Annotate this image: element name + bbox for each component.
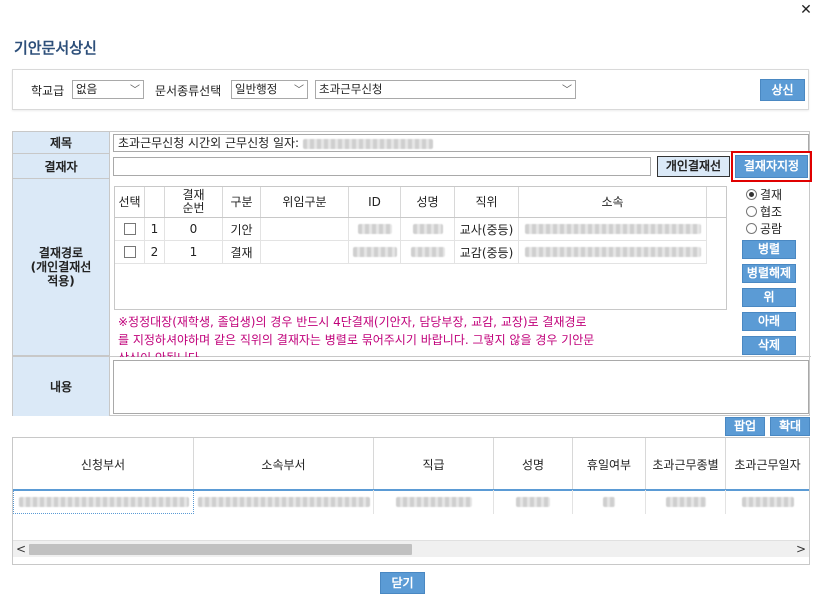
- row-delegation: [261, 218, 349, 241]
- col-header-delegation: 위임구분: [261, 187, 349, 217]
- submit-button[interactable]: 상신: [760, 79, 805, 101]
- grid-header-affiliated-dept: 소속부서: [194, 438, 374, 490]
- scroll-right-icon[interactable]: >: [795, 542, 807, 556]
- approver-label: 결재자: [13, 154, 110, 179]
- grid-header-overtime-date: 초과근무일자: [734, 457, 801, 472]
- assign-approver-button[interactable]: 결재자지정: [735, 155, 808, 178]
- row-checkbox[interactable]: [115, 241, 145, 264]
- col-header-blank: [145, 187, 165, 217]
- grid-cell: [573, 490, 646, 514]
- chevron-down-icon: ﹀: [294, 85, 304, 96]
- school-level-select[interactable]: 없음 ﹀: [72, 80, 144, 99]
- filter-bar: 학교급 없음 ﹀ 문서종류선택 일반행정 ﹀ 초과근무신청 ﹀ 상신: [12, 69, 809, 110]
- grid-header-holiday: 휴일여부: [573, 438, 646, 490]
- row-type: 결재: [223, 241, 261, 264]
- radio-circulation[interactable]: 공람: [746, 220, 782, 237]
- row-position: 교감(중등): [455, 241, 519, 264]
- col-header-id: ID: [349, 187, 401, 217]
- approver-input[interactable]: [113, 157, 651, 176]
- move-up-button[interactable]: 위: [742, 288, 796, 307]
- grid-cell: [646, 490, 726, 514]
- grid-cell: [726, 490, 809, 514]
- row-affiliation: [519, 241, 707, 264]
- row-checkbox[interactable]: [115, 218, 145, 241]
- row-type: 기안: [223, 218, 261, 241]
- dialog-title: 기안문서상신: [14, 39, 97, 57]
- row-name: [401, 218, 455, 241]
- personal-line-button[interactable]: 개인결재선: [657, 156, 730, 177]
- row-id: [349, 241, 401, 264]
- overtime-grid: 신청부서 소속부서 직급 성명 휴일여부 초과근무종별 초과근무일자 < >: [12, 437, 810, 565]
- doc-type-label: 문서종류선택: [155, 84, 222, 98]
- grid-cell: [494, 490, 573, 514]
- col-header-type: 구분: [223, 187, 261, 217]
- grid-header-applicant-dept: 신청부서: [13, 438, 194, 490]
- grid-cell: [374, 490, 494, 514]
- subject-input[interactable]: 초과근무신청 시간외 근무신청 일자:: [113, 134, 809, 152]
- chevron-down-icon: ﹀: [130, 85, 140, 96]
- row-order: 1: [165, 241, 223, 264]
- content-input[interactable]: [113, 360, 809, 414]
- grid-header-name: 성명: [494, 438, 573, 490]
- notice-text: ※정정대장(재학생, 졸업생)의 경우 반드시 4단결재(기안자, 담당부장, …: [118, 315, 595, 357]
- radio-cooperation[interactable]: 협조: [746, 203, 782, 220]
- col-header-order: 결재 순번: [165, 187, 223, 217]
- grid-header-overtime-type: 초과근무종별: [646, 438, 726, 490]
- col-header-select: 선택: [115, 187, 145, 217]
- chevron-down-icon: ﹀: [562, 85, 572, 96]
- row-order: 0: [165, 218, 223, 241]
- school-level-label: 학교급: [31, 84, 65, 98]
- content-label: 내용: [13, 356, 110, 416]
- row-number: 1: [145, 218, 165, 241]
- close-icon[interactable]: ✕: [798, 2, 814, 18]
- row-delegation: [261, 241, 349, 264]
- grid-cell[interactable]: [13, 490, 194, 514]
- row-id: [349, 218, 401, 241]
- close-button[interactable]: 닫기: [380, 572, 425, 594]
- popup-button[interactable]: 팝업: [725, 417, 765, 436]
- move-down-button[interactable]: 아래: [742, 312, 796, 331]
- row-affiliation: [519, 218, 707, 241]
- col-header-affiliation: 소속: [519, 187, 707, 217]
- subject-label: 제목: [13, 132, 110, 154]
- grid-header-rank: 직급: [374, 438, 494, 490]
- col-header-name: 성명: [401, 187, 455, 217]
- row-position: 교사(중등): [455, 218, 519, 241]
- parallel-button[interactable]: 병렬: [742, 240, 796, 259]
- scroll-thumb[interactable]: [29, 544, 412, 555]
- doc-type-select[interactable]: 일반행정 ﹀: [231, 80, 308, 99]
- grid-cell: [194, 490, 374, 514]
- horizontal-scrollbar[interactable]: < >: [13, 540, 809, 557]
- route-label: 결재경로 (개인결재선 적용): [13, 179, 110, 356]
- delete-button[interactable]: 삭제: [742, 336, 796, 355]
- doc-subtype-select[interactable]: 초과근무신청 ﹀: [315, 80, 576, 99]
- col-header-position: 직위: [455, 187, 519, 217]
- scroll-left-icon[interactable]: <: [15, 542, 27, 556]
- unparallel-button[interactable]: 병렬해제: [742, 264, 796, 283]
- radio-approval[interactable]: 결재: [746, 186, 782, 203]
- row-name: [401, 241, 455, 264]
- approval-table: 선택 결재 순번 구분 위임구분 ID 성명 직위 소속 1 0 기안 교사(중…: [114, 186, 727, 310]
- zoom-button[interactable]: 확대: [770, 417, 810, 436]
- row-number: 2: [145, 241, 165, 264]
